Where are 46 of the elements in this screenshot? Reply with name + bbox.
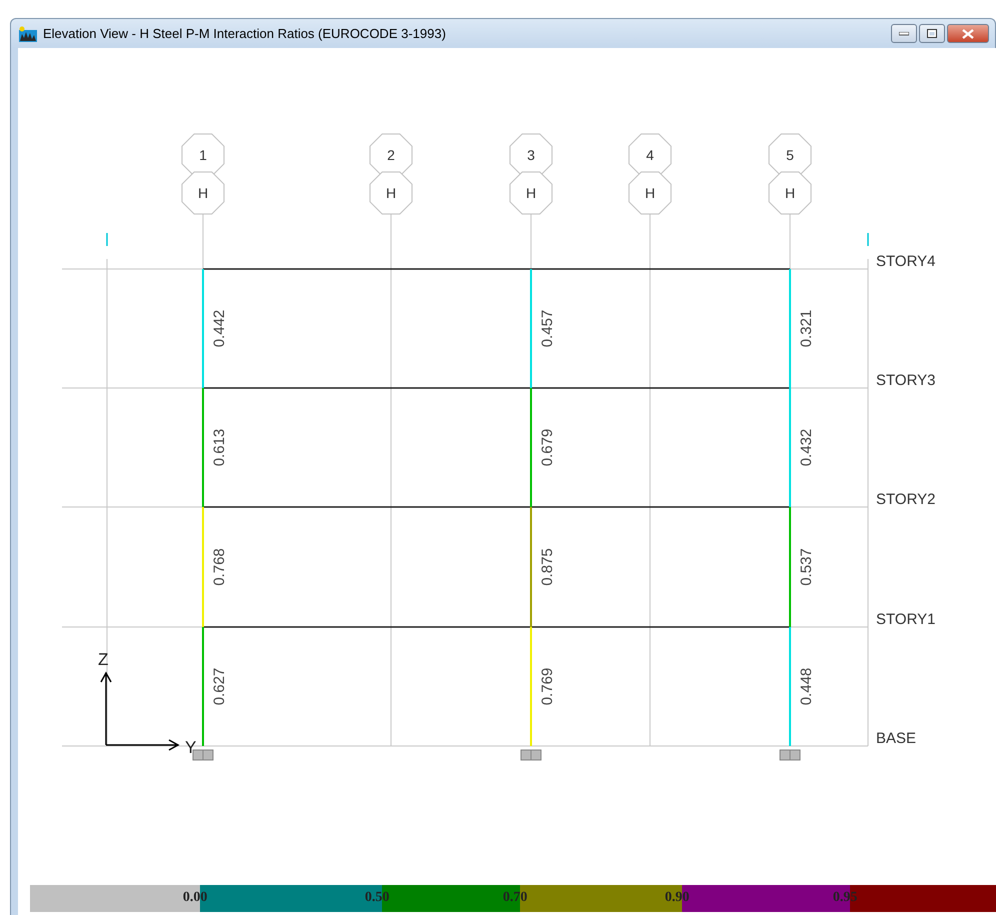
story-label: STORY2 <box>876 491 936 508</box>
story-label: STORY1 <box>876 611 936 628</box>
grid-label: H <box>784 185 796 201</box>
grid-label: H <box>644 185 656 201</box>
grid-label: 1 <box>199 147 207 163</box>
axis-label: Z <box>98 650 108 669</box>
window-title: Elevation View - H Steel P-M Interaction Ratios (EUROCODE 3-1993) <box>43 26 447 41</box>
ratio-label: 0.321 <box>798 310 815 348</box>
grid-bubble <box>628 134 672 176</box>
ratio-label: 0.442 <box>211 310 228 348</box>
close-button[interactable] <box>947 24 989 43</box>
grid-label: 4 <box>646 147 654 163</box>
maximize-icon <box>927 29 937 38</box>
story-label: BASE <box>876 730 916 747</box>
grid-label: H <box>526 185 536 201</box>
ratio-label: 0.769 <box>539 668 556 706</box>
grid-label: 5 <box>786 147 794 163</box>
ratio-label: 0.432 <box>798 428 815 466</box>
ratio-label: 0.875 <box>539 548 556 586</box>
ratio-label: 0.627 <box>211 668 228 706</box>
ratio-label: 0.679 <box>539 428 556 466</box>
grid-label: 3 <box>527 147 535 163</box>
grid-label: 2 <box>387 147 395 163</box>
close-icon <box>962 28 974 38</box>
story-label: STORY4 <box>876 253 936 270</box>
ratio-label: 0.613 <box>211 428 228 466</box>
grid-bubble <box>370 134 412 176</box>
grid-label: H <box>198 185 208 201</box>
ratio-label: 0.448 <box>798 668 815 706</box>
axis-label: Y <box>185 738 196 757</box>
maximize-button[interactable] <box>919 24 945 43</box>
support-icon <box>780 750 800 760</box>
grid-bubble <box>182 134 224 176</box>
grid-bubble <box>768 134 812 176</box>
grid-tick <box>106 233 108 246</box>
grid-label: H <box>386 185 396 201</box>
ratio-label: 0.768 <box>211 548 228 586</box>
support-icon <box>520 750 542 760</box>
grid-bubble <box>510 134 552 176</box>
app-icon <box>19 26 37 42</box>
minimize-icon <box>899 32 909 36</box>
grid-tick <box>867 233 869 246</box>
ratio-label: 0.457 <box>539 310 556 348</box>
minimize-button[interactable] <box>891 24 917 43</box>
story-label: STORY3 <box>876 372 936 389</box>
ratio-label: 0.537 <box>798 548 815 586</box>
